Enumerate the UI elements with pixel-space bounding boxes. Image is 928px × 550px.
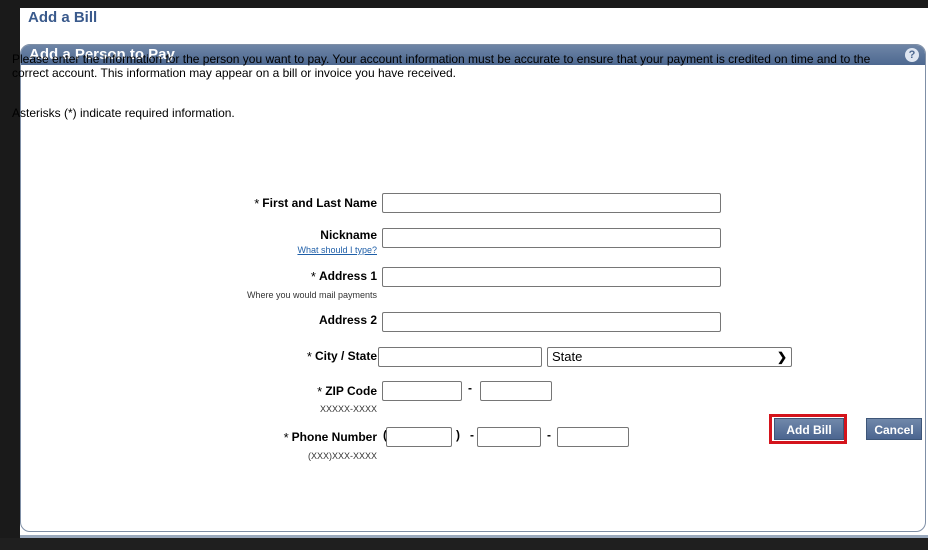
window-top-edge xyxy=(0,0,928,8)
zip-separator: - xyxy=(468,381,472,395)
required-note: Asterisks (*) indicate required informat… xyxy=(12,106,235,120)
phone-area-input[interactable] xyxy=(386,427,452,447)
zip-label: * ZIP Code xyxy=(160,384,377,399)
cancel-button[interactable]: Cancel xyxy=(866,418,922,440)
name-label: * First and Last Name xyxy=(160,196,377,211)
name-label-text: First and Last Name xyxy=(262,196,377,210)
intro-text: Please enter the information for the per… xyxy=(12,52,871,80)
city-state-label: * City / State xyxy=(160,349,377,364)
required-marker: * xyxy=(254,196,260,211)
address1-hint: Where you would mail payments xyxy=(246,290,377,300)
required-marker: * xyxy=(283,430,289,445)
address1-label-text: Address 1 xyxy=(318,269,377,283)
page-title: Add a Bill xyxy=(28,9,98,26)
zip-label-text: ZIP Code xyxy=(325,384,377,398)
address1-input[interactable] xyxy=(382,267,721,287)
nickname-label: Nickname xyxy=(320,228,377,242)
window: Add a Bill Add a Person to Pay ? Please … xyxy=(0,0,928,550)
help-icon[interactable]: ? xyxy=(905,48,919,62)
phone-line-input[interactable] xyxy=(557,427,629,447)
address1-label: * Address 1 xyxy=(160,269,377,284)
phone-prefix-input[interactable] xyxy=(477,427,541,447)
nickname-input[interactable] xyxy=(382,228,721,248)
chevron-down-icon: ❯ xyxy=(776,350,787,364)
phone-separator-1: - xyxy=(470,428,474,442)
add-bill-button-main[interactable]: Add Bill xyxy=(774,418,844,440)
required-marker: * xyxy=(317,384,323,399)
window-left-edge xyxy=(0,0,20,550)
state-select-value: State xyxy=(552,349,583,364)
required-marker: * xyxy=(310,269,316,284)
city-input[interactable] xyxy=(378,347,542,367)
address2-input[interactable] xyxy=(382,312,721,332)
zip-hint: XXXXX-XXXX xyxy=(319,404,377,414)
phone-label-text: Phone Number xyxy=(291,430,377,444)
name-input[interactable] xyxy=(382,193,721,213)
state-select[interactable]: State ❯ xyxy=(547,347,792,367)
what-should-i-type-link[interactable]: What should I type? xyxy=(160,245,377,255)
address2-label: Address 2 xyxy=(318,313,377,327)
phone-separator-2: - xyxy=(547,428,551,442)
city-state-label-text: City / State xyxy=(314,349,377,363)
required-marker: * xyxy=(306,349,312,364)
zip-input[interactable] xyxy=(382,381,462,401)
window-bottom-edge xyxy=(0,538,928,550)
zip-extension-input[interactable] xyxy=(480,381,552,401)
phone-hint: (XXX)XXX-XXXX xyxy=(307,451,377,461)
phone-close-paren: ) xyxy=(456,428,460,442)
phone-label: * Phone Number xyxy=(160,430,377,445)
